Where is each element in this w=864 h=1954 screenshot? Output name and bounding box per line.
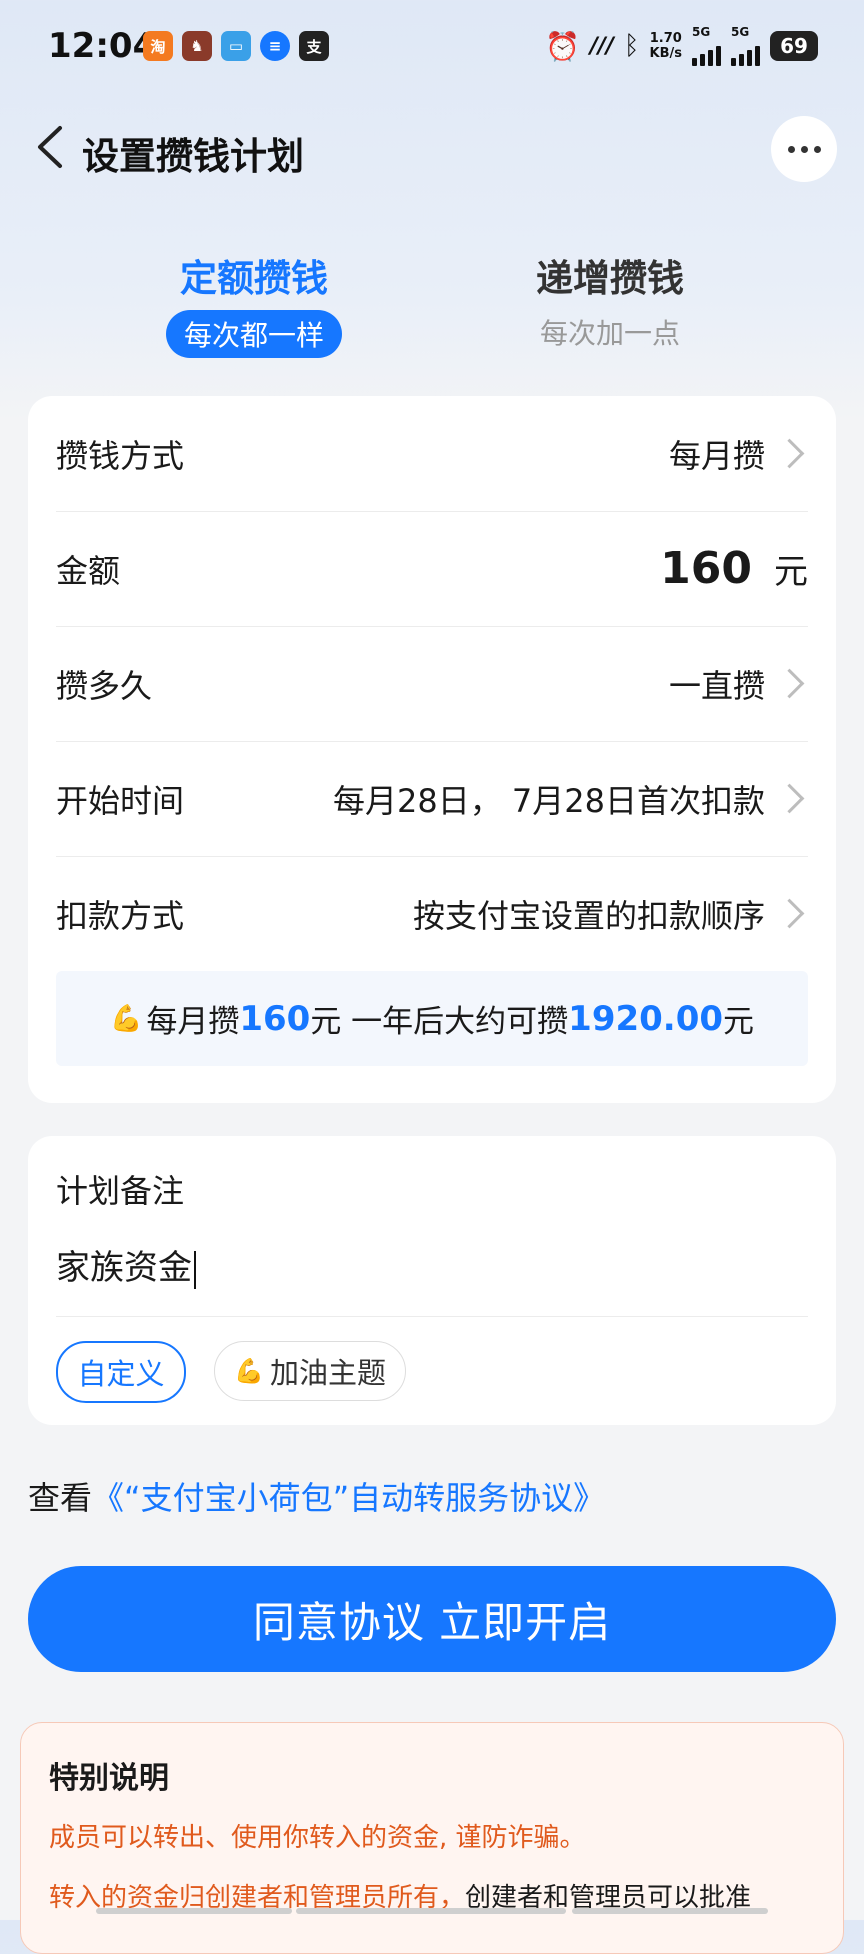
signal-bars-icon [692, 38, 721, 66]
row-saving-method[interactable]: 攒钱方式 每月攒 [56, 396, 808, 512]
plan-settings-card: 攒钱方式 每月攒 金额 160 元 攒多久 一直攒 开始时间 每月28日， 7月2… [28, 396, 836, 1103]
monthly-amount: 160 [239, 998, 311, 1039]
divider [56, 1316, 808, 1317]
flexed-biceps-icon: 💪 [234, 1357, 264, 1385]
agreement-link[interactable]: 《“支付宝小荷包”自动转服务协议》 [92, 1479, 605, 1517]
more-dot-icon [813, 145, 821, 153]
signal-sim2: 5G [731, 26, 760, 66]
bluetooth-icon: ᛒ [623, 31, 640, 61]
gesture-bar [96, 1908, 292, 1914]
row-label: 攒钱方式 [56, 436, 185, 475]
row-value: 一直攒 [668, 666, 765, 705]
yearly-total: 1920.00 [568, 998, 724, 1039]
chevron-right-icon [774, 898, 805, 929]
tab-title: 定额攒钱 [180, 257, 328, 300]
row-value: 按支付宝设置的扣款顺序 [412, 896, 765, 935]
gesture-bar [572, 1908, 768, 1914]
amount-input[interactable]: 160 [660, 543, 752, 594]
row-label: 攒多久 [56, 666, 153, 705]
alipay-app-icon: 支 [299, 31, 329, 61]
agreement-text: 查看《“支付宝小荷包”自动转服务协议》 [28, 1479, 606, 1517]
game-app-icon: ♞ [182, 31, 212, 61]
network-speed: 1.70 KB/s [649, 31, 682, 61]
nfc-icon: /// [589, 33, 614, 59]
row-value: 每月攒 [668, 436, 765, 475]
signal-bars-icon [731, 38, 760, 66]
savings-estimate-tip: 💪 每月攒 160 元 一年后大约可攒 1920.00 元 [56, 971, 808, 1066]
alarm-icon: ⏰ [544, 29, 580, 63]
more-dot-icon [800, 145, 808, 153]
more-options-button[interactable] [771, 116, 837, 182]
tab-subtitle: 每次都一样 [165, 310, 342, 358]
more-dot-icon [787, 145, 795, 153]
page-title: 设置攒钱计划 [82, 135, 304, 178]
tab-title: 递增攒钱 [536, 257, 684, 300]
chip-custom[interactable]: 自定义 [56, 1341, 186, 1403]
text-cursor [194, 1250, 196, 1289]
agree-and-start-button[interactable]: 同意协议 立即开启 [28, 1566, 836, 1672]
row-label: 金额 [56, 551, 121, 590]
notification-icons: 淘 ♞ ▭ ≡ 支 [143, 31, 329, 61]
status-time: 12:04 [48, 26, 157, 66]
row-payment-method[interactable]: 扣款方式 按支付宝设置的扣款顺序 [56, 856, 808, 971]
notice-title: 特别说明 [49, 1761, 169, 1796]
row-duration[interactable]: 攒多久 一直攒 [56, 626, 808, 742]
wallet-app-icon: ▭ [221, 31, 251, 61]
back-arrow-icon[interactable] [30, 122, 80, 172]
flexed-biceps-icon: 💪 [109, 1003, 143, 1034]
row-amount[interactable]: 金额 160 元 [56, 511, 808, 627]
tab-fixed-saving[interactable]: 定额攒钱 每次都一样 [158, 248, 350, 358]
chevron-right-icon [774, 783, 805, 814]
gesture-bar [296, 1908, 566, 1914]
message-app-icon: ≡ [260, 31, 290, 61]
note-input[interactable]: 家族资金 [56, 1240, 196, 1289]
battery-indicator: 69 [770, 31, 818, 61]
status-indicators: ⏰ /// ᛒ 1.70 KB/s 5G 5G 69 [545, 26, 818, 66]
signal-sim1: 5G [692, 26, 721, 66]
shopping-app-icon: 淘 [143, 31, 173, 61]
row-label: 扣款方式 [56, 896, 185, 935]
note-label: 计划备注 [56, 1172, 185, 1210]
row-start-time[interactable]: 开始时间 每月28日， 7月28日首次扣款 [56, 741, 808, 857]
tab-subtitle: 每次加一点 [539, 317, 680, 350]
plan-note-card: 计划备注 家族资金 自定义 💪 加油主题 [28, 1136, 836, 1425]
row-value: 每月28日， 7月28日首次扣款 [333, 781, 765, 820]
special-notice: 特别说明 成员可以转出、使用你转入的资金, 谨防诈骗。 转入的资金归创建者和管理… [20, 1722, 844, 1954]
chip-cheer-theme[interactable]: 💪 加油主题 [214, 1341, 406, 1401]
row-label: 开始时间 [56, 781, 185, 820]
tab-incremental-saving[interactable]: 递增攒钱 每次加一点 [510, 248, 710, 352]
chevron-right-icon [774, 668, 805, 699]
chevron-right-icon [774, 438, 805, 469]
amount-unit: 元 [774, 552, 808, 592]
notice-warning: 成员可以转出、使用你转入的资金, 谨防诈骗。 [49, 1823, 586, 1853]
status-bar: 12:04 淘 ♞ ▭ ≡ 支 ⏰ /// ᛒ 1.70 KB/s 5G 5G … [0, 0, 864, 95]
